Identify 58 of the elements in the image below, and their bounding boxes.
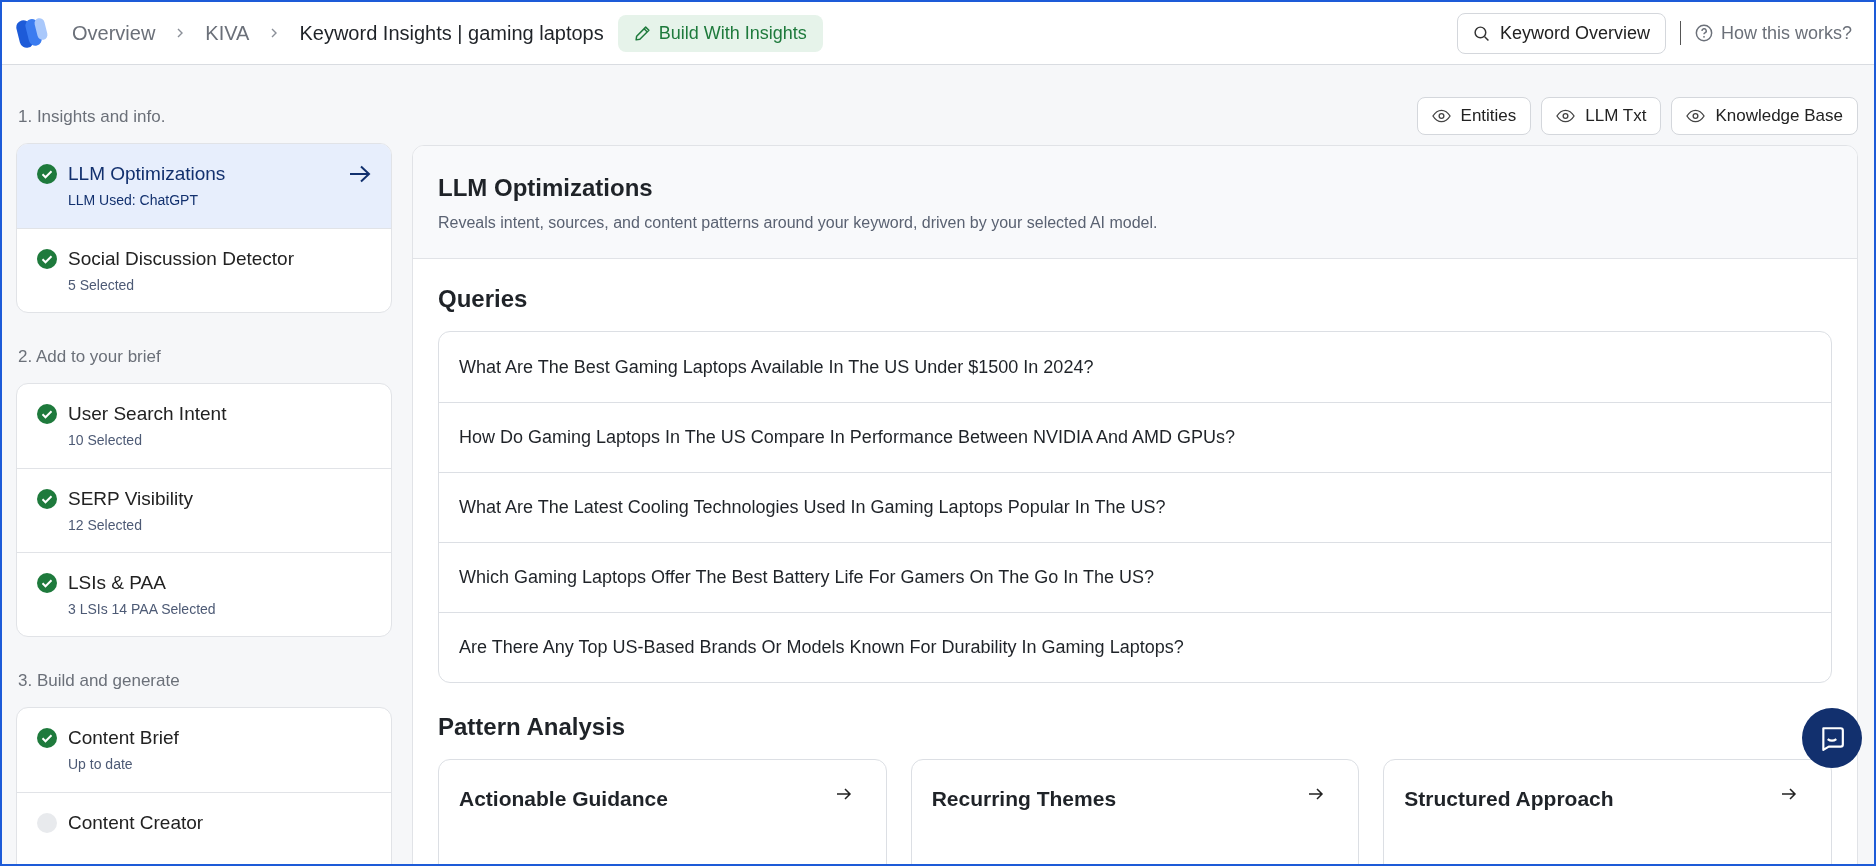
page-title: Keyword Insights | gaming laptops: [299, 21, 604, 45]
step-title: Content Creator: [68, 812, 205, 834]
logo-icon[interactable]: [16, 16, 50, 50]
card-title: Structured Approach: [1404, 787, 1614, 811]
step-subtitle: 10 Selected: [68, 432, 143, 448]
section-heading: 3. Build and generate: [18, 671, 181, 691]
view-button[interactable]: Knowledge Base: [1671, 97, 1858, 135]
search-icon: [1472, 24, 1490, 42]
step-subtitle: 5 Selected: [68, 277, 136, 293]
keyword-overview-button[interactable]: Keyword Overview: [1456, 12, 1666, 54]
step-item[interactable]: User Search Intent 10 Selected: [17, 384, 391, 468]
breadcrumb-link[interactable]: Overview: [72, 21, 156, 45]
step-item[interactable]: LSIs & PAA 3 LSIs 14 PAA Selected: [17, 552, 391, 636]
step-item[interactable]: Content Creator: [17, 792, 391, 864]
pattern-card[interactable]: Recurring Themes: [910, 759, 1360, 864]
help-icon: [1694, 24, 1713, 42]
section-heading: Queries: [438, 285, 529, 313]
query-item: How Do Gaming Laptops In The US Compare In Performance Between NVIDIA And AMD GPUs?: [439, 402, 1831, 472]
step-title: Social Discussion Detector: [68, 248, 295, 270]
panel-description: Reveals intent, sources, and content patterns around your keyword, driven by your selected AI model.: [438, 214, 1159, 232]
chat-icon: [1819, 725, 1845, 751]
step-item[interactable]: SERP Visibility 12 Selected: [17, 468, 391, 552]
step-title: Content Brief: [68, 727, 180, 749]
card-title: Recurring Themes: [931, 787, 1117, 811]
step-subtitle: Up to date: [68, 756, 134, 772]
step-subtitle: 3 LSIs 14 PAA Selected: [68, 601, 217, 617]
arrow-right-icon: [349, 165, 371, 183]
step-subtitle: LLM Used: ChatGPT: [68, 192, 199, 208]
query-item: What Are The Best Gaming Laptops Available In The US Under $1500 In 2024?: [458, 355, 1095, 379]
help-link[interactable]: How this works?: [1694, 22, 1852, 44]
eye-icon: [1686, 109, 1706, 123]
section-heading: Pattern Analysis: [438, 713, 627, 741]
view-button[interactable]: Entities: [1416, 97, 1532, 135]
step-title: LSIs & PAA: [68, 572, 167, 594]
step-title: User Search Intent: [68, 403, 228, 425]
step-item[interactable]: Content Brief Up to date: [17, 708, 391, 792]
pattern-card[interactable]: Actionable Guidance: [438, 759, 887, 864]
step-subtitle: 12 Selected: [68, 517, 143, 533]
query-item: What Are The Latest Cooling Technologies Used In Gaming Laptops Popular In The US?: [439, 472, 1831, 542]
step-item[interactable]: LLM Optimizations LLM Used: ChatGPT: [17, 144, 391, 228]
card-title: Actionable Guidance: [459, 787, 668, 811]
query-item: Which Gaming Laptops Offer The Best Battery Life For Gamers On The Go In The US?: [439, 542, 1831, 612]
view-button[interactable]: LLM Txt: [1541, 97, 1662, 135]
arrow-right-icon: [1308, 787, 1325, 801]
query-item: Are There Any Top US-Based Brands Or Models Known For Durability In Gaming Laptops?: [439, 612, 1831, 682]
section-heading: 1. Insights and info.: [18, 107, 167, 127]
arrow-right-icon: [835, 787, 852, 801]
pencil-icon: [633, 24, 651, 42]
panel-title: LLM Optimizations: [438, 174, 654, 202]
breadcrumb-link[interactable]: KIVA: [205, 21, 250, 45]
eye-icon: [1431, 109, 1451, 123]
step-title: LLM Optimizations: [68, 163, 227, 185]
step-title: SERP Visibility: [68, 488, 194, 510]
build-button[interactable]: Build With Insights: [617, 14, 823, 52]
step-item[interactable]: Social Discussion Detector 5 Selected: [17, 228, 391, 312]
eye-icon: [1556, 109, 1576, 123]
arrow-right-icon: [1781, 787, 1797, 801]
section-heading: 2. Add to your brief: [18, 347, 162, 367]
